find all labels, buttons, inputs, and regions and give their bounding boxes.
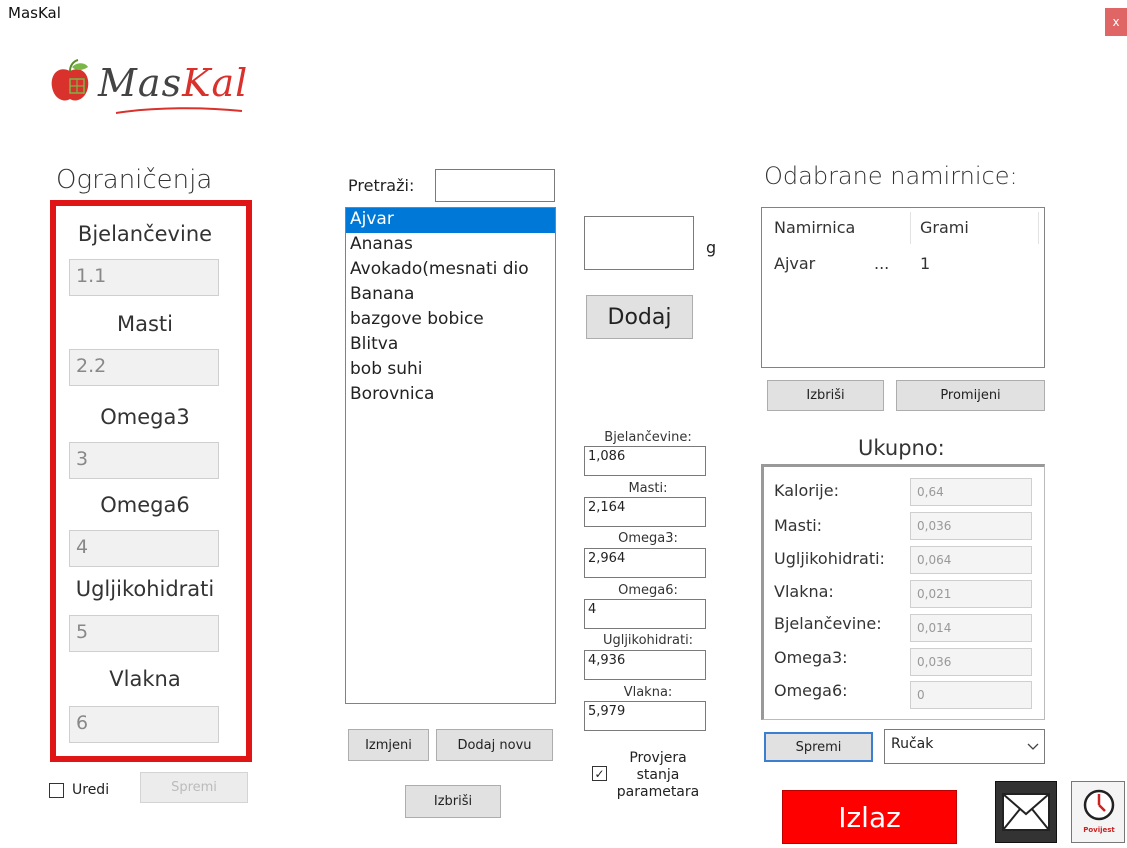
limit-label-carbs: Ugljikohidrati [75,577,215,601]
param-label-omega6: Omega6: [618,583,678,598]
meal-select[interactable]: Ručak [884,729,1045,764]
total-value-fiber: 0,021 [910,580,1032,608]
food-list-item-blitva[interactable]: Blitva [346,333,555,358]
limit-input-fiber[interactable]: 6 [69,706,219,743]
app-logo: MasKal [48,55,248,115]
column-header-food[interactable]: Namirnica [774,218,855,237]
edit-limits-checkbox[interactable] [49,783,64,798]
total-label-protein: Bjelančevine: [774,614,882,633]
check-params-checkbox[interactable]: ✓ [592,766,607,781]
total-value-fat: 0,036 [910,512,1032,540]
logo-prefix: Mas [98,61,183,105]
total-label-omega3: Omega3: [774,648,848,667]
total-label-carbs: Ugljikohidrati: [774,549,885,568]
search-label: Pretraži: [348,176,415,195]
param-input-protein[interactable]: 1,086 [584,446,706,476]
selected-foods-table[interactable]: Namirnica Grami Ajvar ... 1 [761,207,1045,368]
food-list-item-borovnica[interactable]: Borovnica [346,383,555,408]
param-label-fat: Masti: [628,481,668,496]
edit-food-button[interactable]: Izmjeni [348,729,429,761]
food-list[interactable]: Ajvar Ananas Avokado(mesnati dio Banana … [345,207,556,704]
edit-limits-label: Uredi [72,782,110,798]
delete-food-button[interactable]: Izbriši [405,785,501,818]
selected-heading: Odabrane namirnice: [764,162,1018,190]
param-input-omega6[interactable]: 4 [584,599,706,629]
grams-input[interactable] [584,216,694,270]
total-label-fat: Masti: [774,516,823,535]
column-divider [1038,212,1039,244]
close-button[interactable]: x [1105,8,1127,36]
food-list-item-ajvar[interactable]: Ajvar [346,208,555,233]
limit-input-omega3[interactable]: 3 [69,442,219,479]
logo-accent: Kal [182,61,249,105]
limit-label-fiber: Vlakna [109,667,181,691]
exit-button[interactable]: Izlaz [782,790,957,844]
total-value-omega6: 0 [910,681,1032,709]
total-value-carbs: 0,064 [910,546,1032,574]
window-title: MasKal [8,4,61,22]
add-button[interactable]: Dodaj [586,295,693,339]
food-list-item-banana[interactable]: Banana [346,283,555,308]
total-label-fiber: Vlakna: [774,582,834,601]
param-label-fiber: Vlakna: [623,685,673,700]
row-grams: 1 [920,254,931,273]
envelope-icon [1002,793,1050,831]
limit-label-protein: Bjelančevine [77,222,213,246]
total-value-protein: 0,014 [910,614,1032,642]
param-label-carbs: Ugljikohidrati: [602,633,694,648]
add-new-food-button[interactable]: Dodaj novu [436,729,553,761]
limit-label-omega6: Omega6 [100,493,190,517]
meal-select-value: Ručak [891,736,934,752]
food-list-item-bob-suhi[interactable]: bob suhi [346,358,555,383]
limit-input-omega6[interactable]: 4 [69,530,219,567]
history-label: Povijest [1083,826,1115,834]
change-selected-button[interactable]: Promijeni [896,380,1045,411]
history-button[interactable]: Povijest [1071,781,1125,843]
total-label-calories: Kalorije: [774,481,839,500]
limit-input-fat[interactable]: 2.2 [69,349,219,386]
limits-heading: Ograničenja [56,165,213,195]
save-meal-button[interactable]: Spremi [764,732,873,762]
total-label-omega6: Omega6: [774,681,848,700]
search-input[interactable] [435,169,555,202]
food-list-item-avokado[interactable]: Avokado(mesnati dio [346,258,555,283]
total-value-omega3: 0,036 [910,648,1032,676]
grams-unit-label: g [706,238,717,257]
total-value-calories: 0,64 [910,478,1032,506]
save-limits-button[interactable]: Spremi [140,772,248,803]
param-input-omega3[interactable]: 2,964 [584,548,706,578]
limit-label-omega3: Omega3 [100,405,190,429]
param-label-omega3: Omega3: [618,531,678,546]
limit-input-protein[interactable]: 1.1 [69,259,219,296]
row-food-name: Ajvar [774,254,816,273]
clock-icon [1083,789,1115,821]
apple-logo-icon [51,59,89,101]
food-list-item-bazgove-bobice[interactable]: bazgove bobice [346,308,555,333]
chevron-down-icon [1027,743,1039,750]
logo-wordmark: MasKal [98,61,248,105]
param-input-carbs[interactable]: 4,936 [584,650,706,680]
delete-selected-button[interactable]: Izbriši [767,380,884,411]
email-button[interactable] [995,781,1057,843]
column-header-grams[interactable]: Grami [920,218,969,237]
food-list-item-ananas[interactable]: Ananas [346,233,555,258]
totals-heading: Ukupno: [858,436,945,460]
column-divider [910,212,911,244]
logo-underline-icon [115,107,243,114]
check-params-label: Provjera stanja parametara [616,750,700,800]
param-label-protein: Bjelančevine: [604,430,692,445]
limit-label-fat: Masti [117,312,173,336]
table-row[interactable]: Ajvar ... 1 [762,248,1044,276]
param-input-fat[interactable]: 2,164 [584,497,706,527]
limit-input-carbs[interactable]: 5 [69,615,219,652]
row-ellipsis: ... [874,254,890,273]
param-input-fiber[interactable]: 5,979 [584,701,706,731]
